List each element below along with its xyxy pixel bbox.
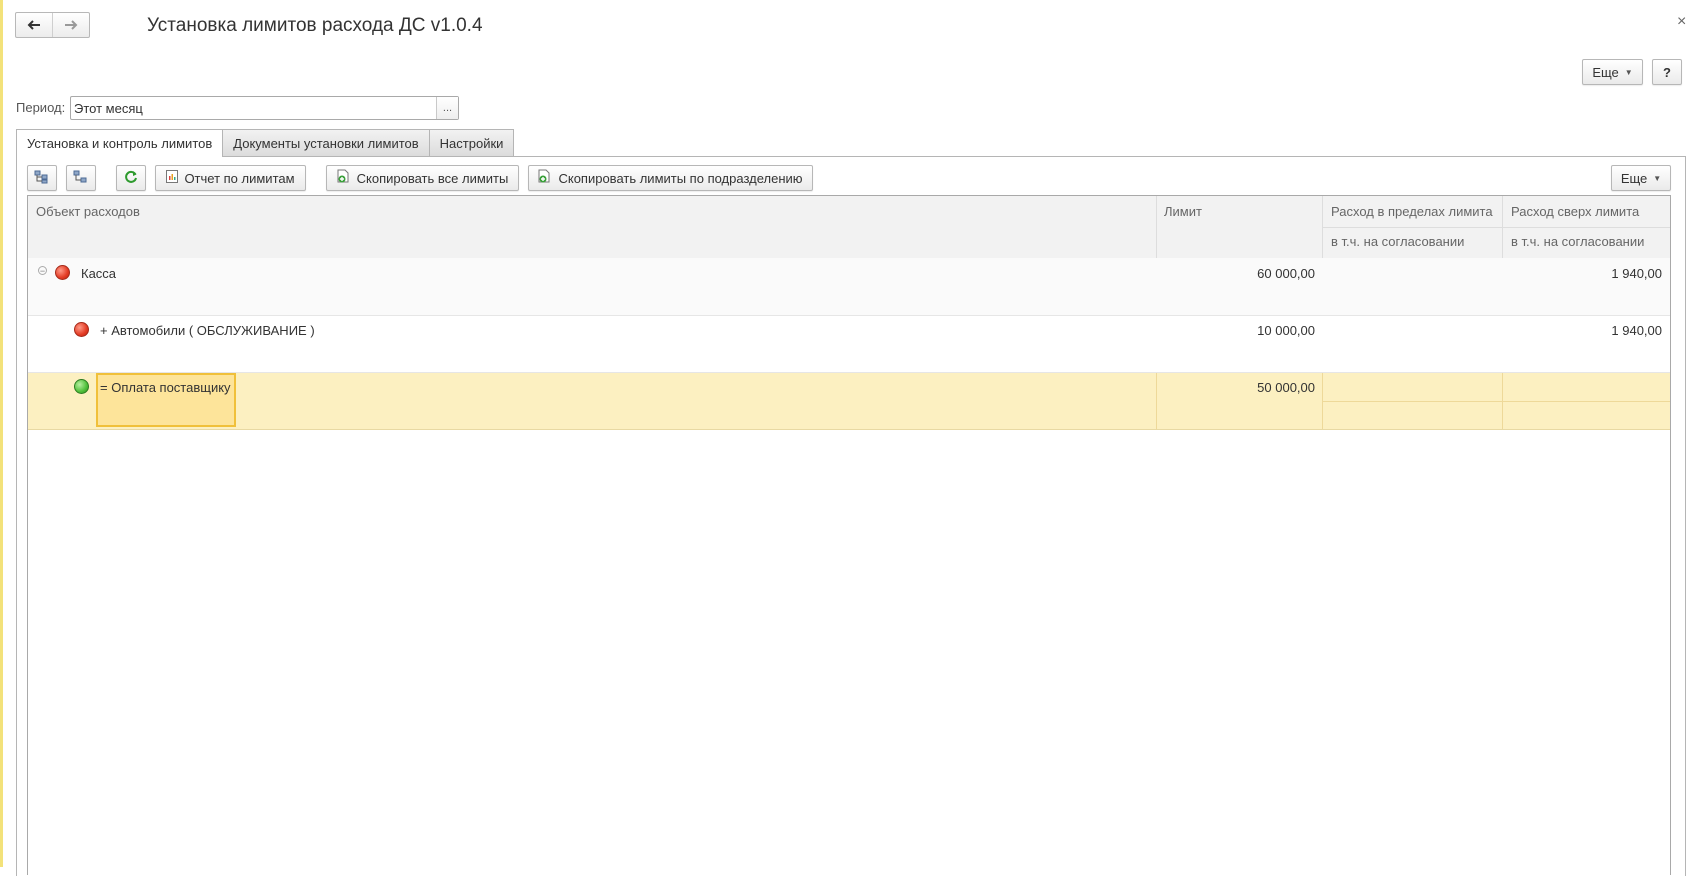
column-within-pending[interactable]: в т.ч. на согласовании	[1331, 234, 1464, 249]
tab-settings[interactable]: Настройки	[428, 129, 515, 156]
row-name: = Оплата поставщику	[100, 380, 231, 395]
copy-dept-limits-button[interactable]: Скопировать лимиты по подразделению	[528, 165, 813, 191]
copy-all-limits-label: Скопировать все лимиты	[356, 170, 509, 186]
period-choose-button[interactable]: ...	[436, 97, 458, 119]
row-limit: 60 000,00	[1257, 266, 1315, 281]
limits-table: Объект расходов Лимит Расход в пределах …	[27, 195, 1671, 875]
left-edge-strip	[0, 0, 3, 867]
column-object[interactable]: Объект расходов	[36, 204, 140, 219]
chevron-down-icon: ▼	[1653, 173, 1662, 183]
help-button[interactable]: ?	[1652, 59, 1682, 85]
forward-button[interactable]	[52, 13, 89, 37]
collapse-tree-icon	[73, 170, 89, 187]
chevron-down-icon: ▼	[1624, 67, 1633, 77]
close-icon[interactable]: ×	[1677, 13, 1686, 31]
row-limit: 10 000,00	[1257, 323, 1315, 338]
status-green-icon	[74, 379, 89, 394]
expand-tree-icon	[34, 170, 50, 187]
table-row[interactable]: − Касса 60 000,00 1 940,00	[28, 258, 1670, 316]
tab-bar: Установка и контроль лимитов Документы у…	[16, 129, 515, 157]
back-button[interactable]	[16, 13, 52, 37]
column-divider	[1156, 196, 1157, 258]
window-title: Установка лимитов расхода ДС v1.0.4	[147, 15, 483, 36]
copy-all-limits-button[interactable]: Скопировать все лимиты	[326, 165, 519, 191]
expand-tree-button[interactable]	[27, 165, 57, 191]
limits-report-button[interactable]: Отчет по лимитам	[155, 165, 306, 191]
refresh-icon	[124, 170, 138, 187]
row-over-limit: 1 940,00	[1611, 266, 1662, 281]
arrow-right-icon	[64, 19, 78, 31]
status-red-icon	[74, 322, 89, 337]
cell-divider	[1156, 373, 1157, 429]
table-more-label: Еще	[1620, 170, 1648, 186]
tab-limit-documents[interactable]: Документы установки лимитов	[222, 129, 430, 156]
refresh-button[interactable]	[116, 165, 146, 191]
subheader-divider	[1323, 227, 1670, 228]
table-row[interactable]: + Автомобили ( ОБСЛУЖИВАНИЕ ) 10 000,00 …	[28, 316, 1670, 373]
more-button-label: Еще	[1592, 64, 1619, 80]
copy-add-icon	[337, 169, 351, 187]
table-more-button[interactable]: Еще ▼	[1611, 165, 1671, 191]
limits-report-label: Отчет по лимитам	[184, 170, 295, 186]
row-name: Касса	[81, 266, 117, 281]
column-over-pending[interactable]: в т.ч. на согласовании	[1511, 234, 1644, 249]
status-red-icon	[55, 265, 70, 280]
more-button[interactable]: Еще ▼	[1582, 59, 1643, 85]
navigation-buttons	[15, 12, 90, 38]
collapse-tree-button[interactable]	[66, 165, 96, 191]
report-icon	[166, 170, 179, 186]
cell-subdivider	[1323, 401, 1670, 402]
row-over-limit: 1 940,00	[1611, 323, 1662, 338]
collapse-toggle-icon[interactable]: −	[38, 266, 47, 276]
table-header: Объект расходов Лимит Расход в пределах …	[28, 196, 1670, 259]
row-name: + Автомобили ( ОБСЛУЖИВАНИЕ )	[100, 323, 315, 338]
period-field[interactable]: Этот месяц ...	[70, 96, 459, 120]
arrow-left-icon	[27, 19, 41, 31]
period-value[interactable]: Этот месяц	[71, 97, 436, 119]
table-row-selected[interactable]: = Оплата поставщику 50 000,00	[28, 373, 1670, 430]
column-limit[interactable]: Лимит	[1164, 204, 1202, 219]
row-limit: 50 000,00	[1257, 380, 1315, 395]
column-within-limit[interactable]: Расход в пределах лимита	[1331, 204, 1493, 219]
copy-add-icon	[538, 169, 552, 187]
tab-limits-control[interactable]: Установка и контроль лимитов	[16, 129, 224, 157]
column-over-limit[interactable]: Расход сверх лимита	[1511, 204, 1639, 219]
copy-dept-limits-label: Скопировать лимиты по подразделению	[558, 170, 803, 186]
period-label: Период:	[16, 100, 66, 115]
